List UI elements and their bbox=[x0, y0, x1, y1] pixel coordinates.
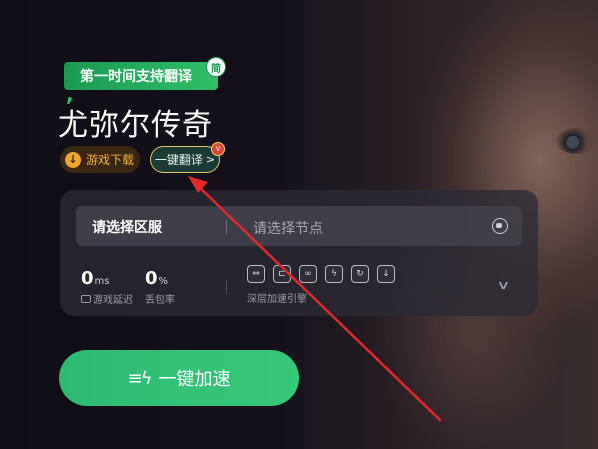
annotation-arrow bbox=[188, 176, 442, 422]
